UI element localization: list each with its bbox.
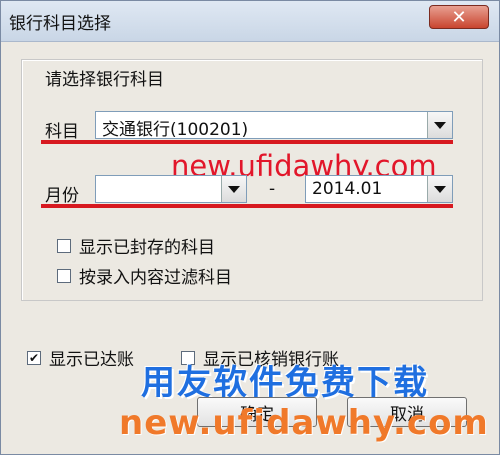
period-to-select[interactable]: 2014.01: [305, 175, 453, 203]
groupbox-title: 请选择银行科目: [41, 65, 168, 90]
period-from-select[interactable]: [95, 175, 247, 203]
subject-select-value: 交通银行(100201): [102, 120, 249, 140]
window-title: 银行科目选择: [9, 14, 111, 34]
option-show-reconciled-label: 显示已达账: [49, 350, 134, 370]
period-to-dropdown-button[interactable]: [427, 176, 452, 202]
red-underline: [41, 140, 453, 144]
period-from-dropdown-button[interactable]: [221, 176, 246, 202]
chevron-down-icon: [434, 121, 446, 129]
watermark-url-bottom: new.ufidawhy.com: [119, 403, 489, 443]
period-to-value: 2014.01: [312, 179, 383, 199]
title-bar[interactable]: 银行科目选择 ✕: [1, 1, 499, 42]
close-icon: ✕: [451, 6, 467, 28]
option-show-sealed-label: 显示已封存的科目: [79, 238, 215, 258]
check-icon: ✔: [28, 350, 40, 365]
period-label: 月份: [45, 186, 79, 206]
subject-label: 科目: [45, 122, 79, 142]
option-show-sealed[interactable]: 显示已封存的科目: [57, 233, 215, 258]
bank-subject-dialog: 银行科目选择 ✕ 请选择银行科目 科目 交通银行(100201) new.ufi…: [0, 0, 500, 455]
chevron-down-icon: [228, 185, 240, 193]
checkbox-show-reconciled[interactable]: ✔: [27, 350, 41, 365]
option-show-reconciled[interactable]: ✔ 显示已达账: [27, 345, 134, 370]
period-separator: -: [269, 179, 276, 199]
chevron-down-icon: [434, 185, 446, 193]
checkbox-show-sealed[interactable]: [57, 238, 71, 253]
close-button[interactable]: ✕: [429, 5, 489, 29]
option-filter-by-input-label: 按录入内容过滤科目: [79, 268, 232, 288]
subject-select[interactable]: 交通银行(100201): [95, 111, 453, 140]
option-filter-by-input[interactable]: 按录入内容过滤科目: [57, 263, 232, 288]
subject-dropdown-button[interactable]: [427, 112, 452, 138]
red-underline: [41, 204, 453, 208]
checkbox-filter-by-input[interactable]: [57, 268, 71, 283]
